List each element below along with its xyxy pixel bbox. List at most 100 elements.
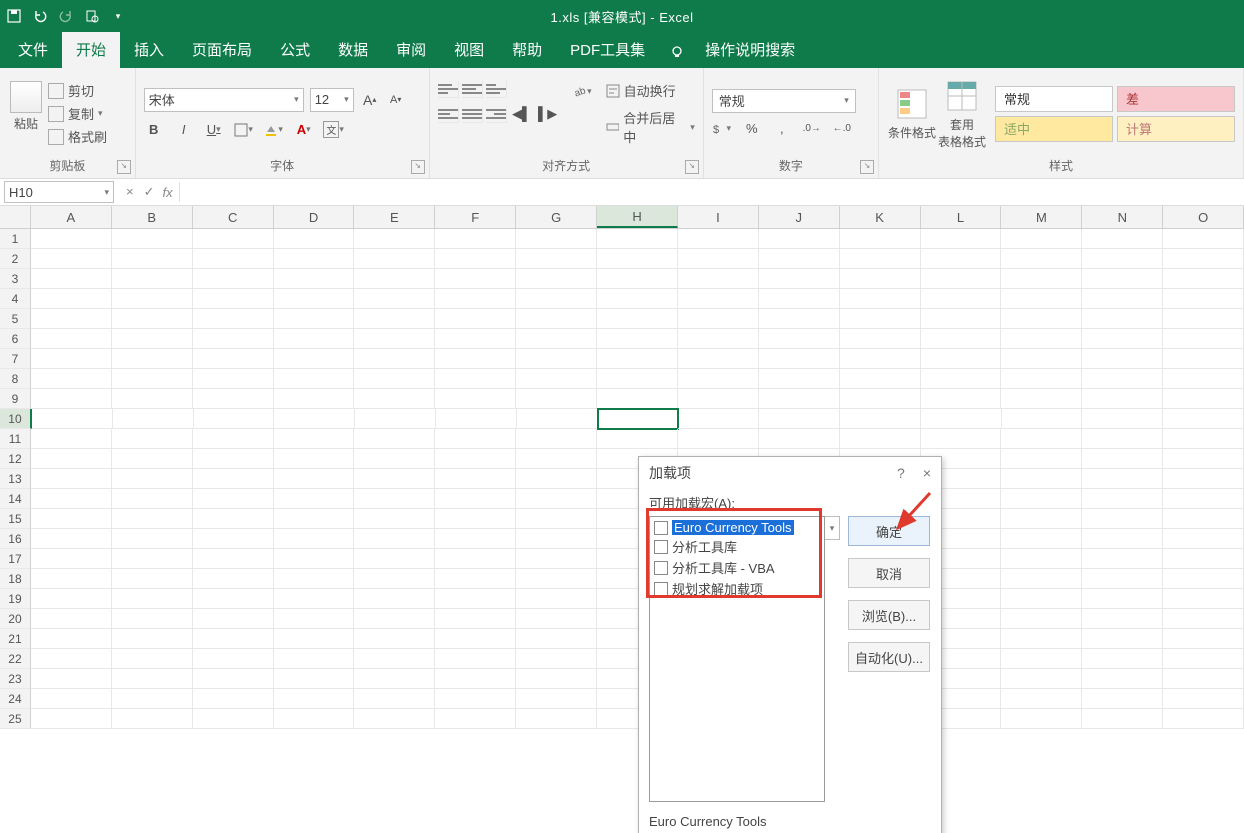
- row-header-12[interactable]: 12: [0, 449, 31, 469]
- cell-L3[interactable]: [921, 269, 1002, 289]
- cell-D13[interactable]: [274, 469, 355, 489]
- cell-O13[interactable]: [1163, 469, 1244, 489]
- tab-review[interactable]: 审阅: [382, 31, 440, 68]
- cell-J4[interactable]: [759, 289, 840, 309]
- cell-D7[interactable]: [274, 349, 355, 369]
- row-header-17[interactable]: 17: [0, 549, 31, 569]
- cell-D4[interactable]: [274, 289, 355, 309]
- tab-home[interactable]: 开始: [62, 31, 120, 68]
- cell-F14[interactable]: [435, 489, 516, 509]
- cell-M13[interactable]: [1001, 469, 1082, 489]
- tab-view[interactable]: 视图: [440, 31, 498, 68]
- cell-M15[interactable]: [1001, 509, 1082, 529]
- cell-D20[interactable]: [274, 609, 355, 629]
- row-header-4[interactable]: 4: [0, 289, 31, 309]
- cell-L1[interactable]: [921, 229, 1002, 249]
- cell-D25[interactable]: [274, 709, 355, 729]
- col-header-B[interactable]: B: [112, 206, 193, 228]
- font-launcher-icon[interactable]: ↘: [411, 160, 425, 174]
- cell-A18[interactable]: [31, 569, 112, 589]
- qat-customize-icon[interactable]: ▾: [110, 8, 126, 24]
- cell-E15[interactable]: [354, 509, 435, 529]
- cell-M7[interactable]: [1001, 349, 1082, 369]
- cell-D3[interactable]: [274, 269, 355, 289]
- font-size-combo[interactable]: 12▾: [310, 88, 354, 112]
- cell-O12[interactable]: [1163, 449, 1244, 469]
- col-header-G[interactable]: G: [516, 206, 597, 228]
- cell-B9[interactable]: [112, 389, 193, 409]
- italic-button[interactable]: I: [174, 120, 194, 140]
- cell-C9[interactable]: [193, 389, 274, 409]
- cell-M20[interactable]: [1001, 609, 1082, 629]
- cell-E21[interactable]: [354, 629, 435, 649]
- cell-G9[interactable]: [516, 389, 597, 409]
- cell-M18[interactable]: [1001, 569, 1082, 589]
- cell-E7[interactable]: [354, 349, 435, 369]
- cell-G18[interactable]: [516, 569, 597, 589]
- cell-A11[interactable]: [31, 429, 112, 449]
- decrease-decimal-button[interactable]: ←.0: [832, 119, 852, 139]
- cell-D5[interactable]: [274, 309, 355, 329]
- number-launcher-icon[interactable]: ↘: [860, 160, 874, 174]
- cell-B7[interactable]: [112, 349, 193, 369]
- row-header-15[interactable]: 15: [0, 509, 31, 529]
- row-header-24[interactable]: 24: [0, 689, 31, 709]
- cell-C7[interactable]: [193, 349, 274, 369]
- addins-list-scrollbar[interactable]: ▾: [825, 516, 840, 540]
- cell-C18[interactable]: [193, 569, 274, 589]
- cell-D9[interactable]: [274, 389, 355, 409]
- vertical-align-buttons[interactable]: [438, 81, 558, 98]
- copy-button[interactable]: 复制▾: [48, 104, 107, 123]
- cell-H9[interactable]: [597, 389, 678, 409]
- cell-C12[interactable]: [193, 449, 274, 469]
- cell-K1[interactable]: [840, 229, 921, 249]
- borders-button[interactable]: ▾: [234, 120, 254, 140]
- cell-N16[interactable]: [1082, 529, 1163, 549]
- cell-K6[interactable]: [840, 329, 921, 349]
- cell-F8[interactable]: [435, 369, 516, 389]
- cancel-formula-icon[interactable]: ×: [126, 184, 134, 200]
- col-header-A[interactable]: A: [31, 206, 112, 228]
- cell-F12[interactable]: [435, 449, 516, 469]
- cell-I5[interactable]: [678, 309, 759, 329]
- cell-E8[interactable]: [354, 369, 435, 389]
- cell-K9[interactable]: [840, 389, 921, 409]
- percent-format-button[interactable]: %: [742, 119, 762, 139]
- cell-E25[interactable]: [354, 709, 435, 729]
- cell-I6[interactable]: [678, 329, 759, 349]
- cell-H1[interactable]: [597, 229, 678, 249]
- tab-file[interactable]: 文件: [4, 31, 62, 68]
- cell-L9[interactable]: [921, 389, 1002, 409]
- cell-G3[interactable]: [516, 269, 597, 289]
- cell-M2[interactable]: [1001, 249, 1082, 269]
- col-header-K[interactable]: K: [840, 206, 921, 228]
- cell-A23[interactable]: [31, 669, 112, 689]
- cell-B15[interactable]: [112, 509, 193, 529]
- phonetic-guide-button[interactable]: 文▾: [324, 120, 344, 140]
- format-as-table-button[interactable]: 套用 表格格式: [937, 78, 987, 150]
- wrap-text-button[interactable]: 自动换行: [606, 81, 695, 100]
- cell-J11[interactable]: [759, 429, 840, 449]
- addin-item-3[interactable]: 规划求解加载项: [652, 578, 822, 599]
- addins-listbox[interactable]: Euro Currency Tools分析工具库分析工具库 - VBA规划求解加…: [649, 516, 825, 802]
- cell-M5[interactable]: [1001, 309, 1082, 329]
- cell-A17[interactable]: [31, 549, 112, 569]
- browse-button[interactable]: 浏览(B)...: [848, 600, 930, 630]
- cell-M6[interactable]: [1001, 329, 1082, 349]
- cell-A16[interactable]: [31, 529, 112, 549]
- cell-I11[interactable]: [678, 429, 759, 449]
- cell-D6[interactable]: [274, 329, 355, 349]
- addin-item-0[interactable]: Euro Currency Tools: [652, 519, 822, 536]
- cell-G8[interactable]: [516, 369, 597, 389]
- cell-H10[interactable]: [598, 409, 679, 429]
- cell-I3[interactable]: [678, 269, 759, 289]
- cell-N19[interactable]: [1082, 589, 1163, 609]
- cell-F9[interactable]: [435, 389, 516, 409]
- cell-G21[interactable]: [516, 629, 597, 649]
- cell-E20[interactable]: [354, 609, 435, 629]
- cell-A25[interactable]: [31, 709, 112, 729]
- cell-J5[interactable]: [759, 309, 840, 329]
- row-header-3[interactable]: 3: [0, 269, 31, 289]
- cell-N23[interactable]: [1082, 669, 1163, 689]
- cell-B18[interactable]: [112, 569, 193, 589]
